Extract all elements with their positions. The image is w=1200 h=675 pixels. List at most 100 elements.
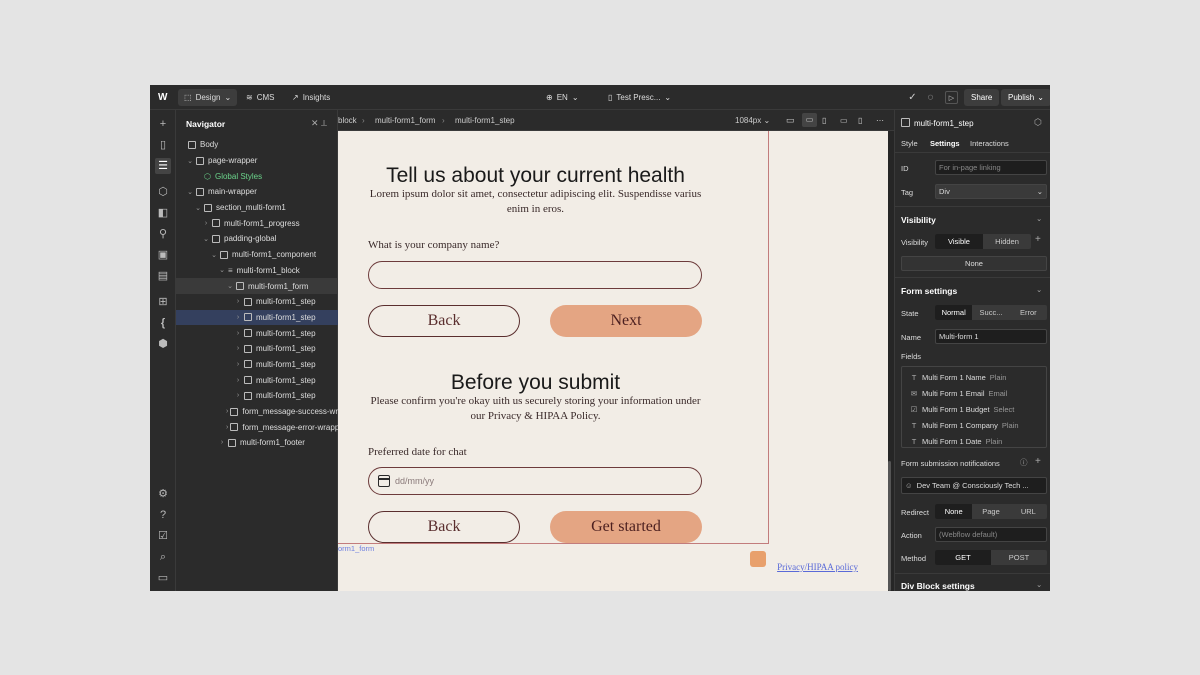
visible-option[interactable]: Visible [935,234,983,249]
add-icon[interactable]: + [155,116,171,132]
comment-icon[interactable]: ◌ [924,91,937,104]
navigator-item[interactable]: › multi-form1_step [176,294,338,310]
navigator-item[interactable]: › multi-form1_step [176,388,338,404]
info-icon[interactable]: ⓘ [1020,457,1028,468]
preview-play-icon[interactable]: ▷ [945,91,958,104]
collapse-pin-icons[interactable]: ✕ ⟂ [311,118,327,129]
expand-caret-icon[interactable]: › [226,424,228,431]
pages-icon[interactable]: ▯ [155,137,171,153]
navigator-item[interactable]: ⬡ Global Styles [176,168,338,184]
state-normal[interactable]: Normal [935,305,973,320]
audit-icon[interactable]: ☑ [155,528,171,544]
breadcrumb-item[interactable]: multi-form1_step [455,116,515,125]
visibility-condition[interactable]: None [901,256,1047,271]
tablet-icon[interactable]: ▯ [822,116,826,125]
next-button[interactable]: Next [550,305,702,337]
mobile-portrait-icon[interactable]: ▯ [858,116,862,125]
navigator-item[interactable]: › multi-form1_step [176,325,338,341]
expand-caret-icon[interactable]: › [234,392,242,399]
redirect-url[interactable]: URL [1010,504,1047,519]
navigator-item[interactable]: ⌄ main-wrapper [176,184,338,200]
expand-caret-icon[interactable]: ⌄ [194,204,202,212]
form-name-input[interactable]: Multi-form 1 [935,329,1047,344]
navigator-item[interactable]: › multi-form1_step [176,341,338,357]
state-success[interactable]: Succ... [972,305,1009,320]
desktop-star-icon[interactable]: ▭ [802,113,817,127]
expand-caret-icon[interactable]: ⌄ [202,235,210,243]
video-icon[interactable]: ▭ [155,570,171,586]
more-icon[interactable]: ⋯ [876,116,884,125]
redirect-none[interactable]: None [935,504,973,519]
cms-fields-icon[interactable]: { [155,315,171,331]
visibility-toggle[interactable]: Visible Hidden [935,234,1031,249]
navigator-item[interactable]: ⌄ padding-global [176,231,338,247]
components-icon[interactable]: ⬡ [155,184,171,200]
library-icon[interactable]: ▤ [155,268,171,284]
state-error[interactable]: Error [1010,305,1047,320]
notification-recipient[interactable]: ☺ Dev Team @ Consciously Tech ... [901,477,1047,494]
chevron-down-icon[interactable]: ⌄ [1036,580,1042,589]
expand-caret-icon[interactable]: › [218,439,226,446]
insights-button[interactable]: ↗ Insights [286,89,336,106]
method-post[interactable]: POST [991,550,1047,565]
expand-caret-icon[interactable]: › [234,298,242,305]
expand-caret-icon[interactable]: ⌄ [218,266,226,274]
expand-caret-icon[interactable]: ⌄ [186,188,194,196]
tab-style[interactable]: Style [901,139,918,148]
form-field-row[interactable]: T Multi Form 1 Date Plain [910,434,1003,448]
form-field-row[interactable]: ✉ Multi Form 1 Email Email [910,386,1007,400]
breadcrumb-item[interactable]: multi-form1_form [375,116,435,125]
share-button[interactable]: Share [964,89,1000,106]
get-started-button[interactable]: Get started [550,511,702,543]
method-toggle[interactable]: GET POST [935,550,1047,565]
navigator-item[interactable]: › multi-form1_progress [176,215,338,231]
form-field-row[interactable]: T Multi Form 1 Name Plain [910,370,1007,384]
component-icon[interactable]: ⬡ [1034,117,1042,128]
add-icon[interactable]: + [1035,234,1041,245]
hidden-option[interactable]: Hidden [983,234,1031,249]
navigator-item[interactable]: ⌄ page-wrapper [176,153,338,169]
desktop-icon[interactable]: ▭ [786,115,795,126]
company-name-input[interactable] [368,261,702,289]
style-selectors-icon[interactable]: ◧ [155,205,171,221]
navigator-item[interactable]: › multi-form1_step [176,309,338,326]
expand-caret-icon[interactable]: › [234,377,242,384]
navigator-item[interactable]: › form_message-success-wr [176,404,338,420]
publish-button[interactable]: Publish ⌄ [1001,89,1050,106]
variables-icon[interactable]: ⚲ [155,226,171,242]
box-icon[interactable]: ⬢ [155,336,171,352]
expand-caret-icon[interactable]: › [234,361,242,368]
method-get[interactable]: GET [935,550,991,565]
app-badge-icon[interactable] [750,551,766,567]
navigator-item[interactable]: ⌄ multi-form1_component [176,247,338,263]
design-mode-button[interactable]: ⬚ Design ⌄ [178,89,238,106]
cms-button[interactable]: ≋ CMS [240,89,280,106]
tab-settings[interactable]: Settings [930,139,960,148]
settings-icon[interactable]: ⚙ [155,486,171,502]
navigator-item[interactable]: › multi-form1_footer [176,435,338,451]
canvas-scrollbar[interactable] [888,461,891,591]
privacy-link[interactable]: Privacy/HIPAA policy [777,562,858,572]
tag-select[interactable]: Div ⌄ [935,184,1047,199]
chevron-down-icon[interactable]: ⌄ [1036,214,1042,223]
id-input[interactable]: For in-page linking [935,160,1047,175]
add-icon[interactable]: + [1035,456,1041,467]
navigator-item[interactable]: › form_message-error-wrapp [176,419,338,435]
back-button[interactable]: Back [368,511,520,543]
navigator-item[interactable]: ⌄ section_multi-form1 [176,200,338,216]
expand-caret-icon[interactable]: › [202,220,210,227]
chevron-down-icon[interactable]: ⌄ [1036,285,1042,294]
expand-caret-icon[interactable]: ⌄ [210,251,218,259]
back-button[interactable]: Back [368,305,520,337]
search-icon[interactable]: ⌕ [155,549,171,565]
navigator-item[interactable]: › multi-form1_step [176,357,338,373]
form-field-row[interactable]: T Multi Form 1 Company Plain [910,418,1019,432]
mobile-landscape-icon[interactable]: ▭ [840,116,848,125]
expand-caret-icon[interactable]: ⌄ [186,157,194,165]
redirect-page[interactable]: Page [972,504,1009,519]
expand-caret-icon[interactable]: › [226,408,228,415]
expand-caret-icon[interactable]: › [234,345,242,352]
help-icon[interactable]: ? [155,507,171,523]
assets-icon[interactable]: ▣ [155,247,171,263]
action-input[interactable]: (Webflow default) [935,527,1047,542]
